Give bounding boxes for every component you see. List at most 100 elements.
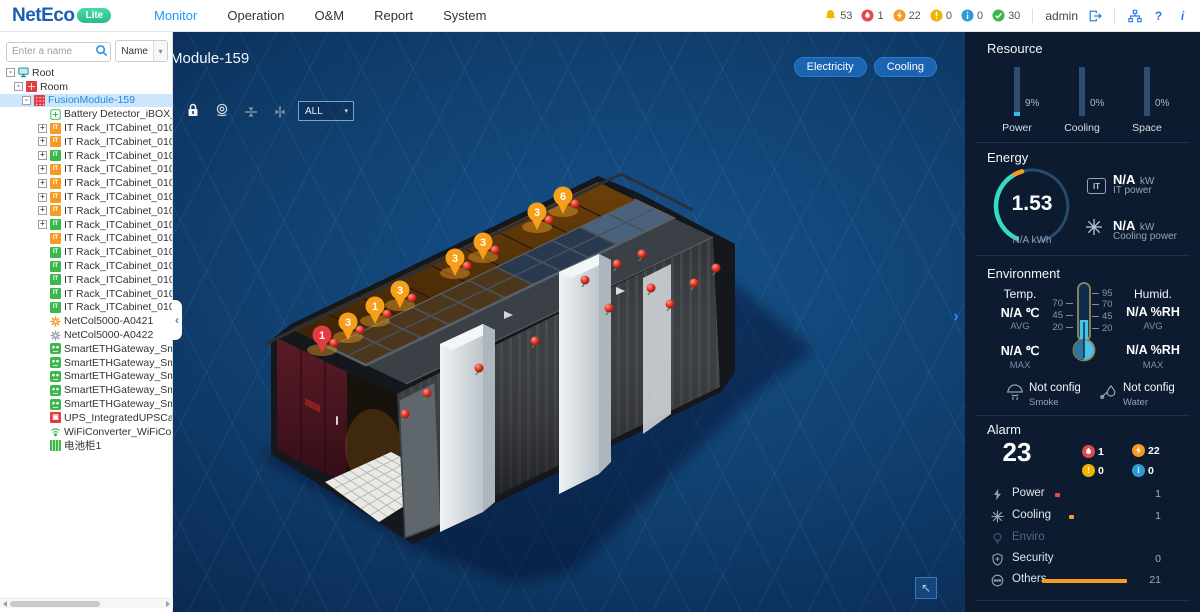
it-power-label: IT power	[1113, 185, 1152, 196]
rack-orange-icon	[50, 192, 61, 203]
nav-item-system[interactable]: System	[443, 8, 486, 23]
view-mode-buttons: Electricity Cooling	[794, 57, 937, 77]
tree-node-it-rack-itcabinet-01070-e[interactable]: IT Rack_ITCabinet_01070_E	[0, 273, 172, 287]
energy-gauge-sub: N/A kWh	[965, 235, 1099, 246]
nav-item-om[interactable]: O&M	[314, 8, 344, 23]
tree-node-it-rack-itcabinet-01070-e[interactable]: + IT Rack_ITCabinet_01070_E	[0, 121, 172, 135]
resource-section-title: Resource	[987, 41, 1043, 56]
3d-scene[interactable]: 13133336	[173, 32, 965, 612]
tree-node-it-rack-itcabinet-01070-e[interactable]: +IT Rack_ITCabinet_01070_E	[0, 149, 172, 163]
tree-node-ups-integratedupscabine[interactable]: UPS_IntegratedUPSCabine	[0, 411, 172, 425]
alarm-badge-critical[interactable]: 1	[861, 9, 883, 22]
svg-text:3: 3	[345, 317, 351, 329]
tree-node-it-rack-itcabinet-01070-e[interactable]: IT Rack_ITCabinet_01070_E	[0, 301, 172, 315]
tree-node-room[interactable]: -Room	[0, 80, 172, 94]
water-sensor-icon	[1099, 383, 1119, 400]
tree-node-smartethgateway-smarte[interactable]: SmartETHGateway_SmartE	[0, 383, 172, 397]
enviro-icon	[991, 532, 1005, 546]
info-icon[interactable]: i	[1175, 8, 1190, 23]
svg-text:3: 3	[480, 237, 486, 249]
tree-node-smartethgateway-smarte[interactable]: SmartETHGateway_SmartE	[0, 356, 172, 370]
tree-expander[interactable]: -	[14, 82, 23, 91]
tree-node-电池柜1[interactable]: 电池柜1	[0, 439, 172, 453]
resource-bar-percent: 0%	[1155, 98, 1169, 109]
collapse-right-panel-handle[interactable]: ›	[949, 308, 963, 326]
tree-node-wificonverter-wificonve[interactable]: WiFiConverter_WiFiConve	[0, 425, 172, 439]
tree-expander[interactable]: +	[38, 193, 47, 202]
tree-node-it-rack-itcabinet-01070-e[interactable]: +IT Rack_ITCabinet_01070_E	[0, 163, 172, 177]
sort-dropdown-value: Name	[116, 46, 153, 57]
tree-expander[interactable]: -	[22, 96, 31, 105]
scrollbar-thumb[interactable]	[10, 601, 100, 607]
tree-node-root[interactable]: -Root	[0, 66, 172, 80]
tree-node-netcol5000-a0422[interactable]: NetCol5000-A0422	[0, 328, 172, 342]
scroll-right-arrow[interactable]	[166, 601, 170, 607]
layer-filter-dropdown[interactable]: ALL	[298, 101, 354, 121]
rack-orange-icon	[50, 136, 61, 147]
alarm-section-title: Alarm	[987, 422, 1021, 437]
tree-expander[interactable]: -	[6, 68, 15, 77]
tree-node-label: IT Rack_ITCabinet_01070_E	[64, 122, 172, 134]
tree-expander[interactable]: +	[38, 137, 47, 146]
collapse-tree-handle[interactable]: ‹	[172, 300, 182, 340]
tree-node-netcol5000-a0421[interactable]: NetCol5000-A0421	[0, 314, 172, 328]
sort-dropdown[interactable]: Name	[115, 40, 168, 62]
tree-node-it-rack-itcabinet-01070-e[interactable]: +IT Rack_ITCabinet_01070_E	[0, 218, 172, 232]
fit-horizontal-icon[interactable]	[272, 104, 288, 120]
lock-icon[interactable]	[185, 102, 201, 118]
scroll-left-arrow[interactable]	[3, 601, 7, 607]
electricity-view-button[interactable]: Electricity	[794, 57, 867, 77]
alarm-badge-warning[interactable]: 0	[961, 9, 983, 22]
resource-bar-label: Space	[1117, 122, 1177, 134]
tree-node-it-rack-itcabinet-01070-e[interactable]: + IT Rack_ITCabinet_01070_E	[0, 176, 172, 190]
ups-icon	[50, 412, 61, 423]
tree-node-it-rack-itcabinet-01070-e[interactable]: +IT Rack_ITCabinet_01070_E	[0, 190, 172, 204]
camera-icon[interactable]	[214, 102, 230, 118]
tree-expander[interactable]: +	[38, 151, 47, 160]
tree-node-battery-detector-ibox-010[interactable]: Battery Detector_iBOX_010	[0, 107, 172, 121]
tree-node-fusionmodule-159[interactable]: -FusionModule-159	[0, 94, 172, 108]
tree-horizontal-scrollbar[interactable]	[0, 598, 173, 608]
fit-vertical-icon[interactable]	[243, 104, 259, 120]
tree-node-it-rack-itcabinet-01070-e[interactable]: IT Rack_ITCabinet_01070_E	[0, 245, 172, 259]
kpi-panel: Resource 9%Power0%Cooling0%Space Energy …	[965, 32, 1200, 612]
help-icon[interactable]: ?	[1151, 8, 1166, 23]
alarm-badge-count: 0	[1098, 465, 1104, 477]
tree-node-label: IT Rack_ITCabinet_01070_E	[64, 177, 172, 189]
cooling-view-button[interactable]: Cooling	[874, 57, 937, 77]
search-icon[interactable]	[95, 44, 108, 57]
alarm-badge-total[interactable]: 53	[824, 9, 852, 22]
tree-expander[interactable]: +	[38, 220, 47, 229]
alarm-badge-minor[interactable]: 0	[930, 9, 952, 22]
alarm-badge-major[interactable]: 22	[893, 9, 921, 22]
tree-node-smartethgateway-smarte[interactable]: SmartETHGateway_SmartE	[0, 397, 172, 411]
nav-item-report[interactable]: Report	[374, 8, 413, 23]
logout-icon[interactable]	[1087, 8, 1102, 23]
tree-node-it-rack-itcabinet-01070-e[interactable]: +IT Rack_ITCabinet_01070_E	[0, 135, 172, 149]
tree-expander[interactable]: +	[38, 206, 47, 215]
it-power-icon: IT	[1087, 178, 1106, 194]
gateway-icon	[50, 399, 61, 410]
reset-view-button[interactable]: ↖	[915, 577, 937, 599]
tree-node-it-rack-itcabinet-01070-e[interactable]: IT Rack_ITCabinet_01070_E	[0, 287, 172, 301]
tree-node-it-rack-itcabinet-01070-e[interactable]: +IT Rack_ITCabinet_01070_E	[0, 204, 172, 218]
tree-expander[interactable]: +	[38, 179, 47, 188]
main-nav: Monitor Operation O&M Report System	[154, 8, 486, 23]
tree-node-smartethgateway-smarte[interactable]: SmartETHGateway_SmartE	[0, 370, 172, 384]
tree-expander[interactable]: +	[38, 165, 47, 174]
water-label: Water	[1123, 397, 1148, 408]
tree-expander[interactable]: +	[38, 124, 47, 133]
nav-item-monitor[interactable]: Monitor	[154, 8, 197, 23]
neteco-logo: NetEco Lite	[12, 5, 132, 27]
humidity-header: Humid.	[1113, 287, 1193, 301]
user-name[interactable]: admin	[1045, 9, 1078, 23]
nav-item-operation[interactable]: Operation	[227, 8, 284, 23]
alarm-badge-normal[interactable]: 30	[992, 9, 1020, 22]
topology-icon[interactable]	[1127, 8, 1142, 23]
tree-node-it-rack-itcabinet-01070-e[interactable]: IT Rack_ITCabinet_01070_E	[0, 259, 172, 273]
tree-node-smartethgateway-smarte[interactable]: SmartETHGateway_SmartE	[0, 342, 172, 356]
tree-node-it-rack-itcabinet-01070-e[interactable]: IT Rack_ITCabinet_01070_E	[0, 232, 172, 246]
therm-scale-left: 45	[1045, 310, 1063, 321]
alarm-row-count: 21	[1125, 574, 1161, 586]
humidity-max-label: MAX	[1113, 360, 1193, 371]
